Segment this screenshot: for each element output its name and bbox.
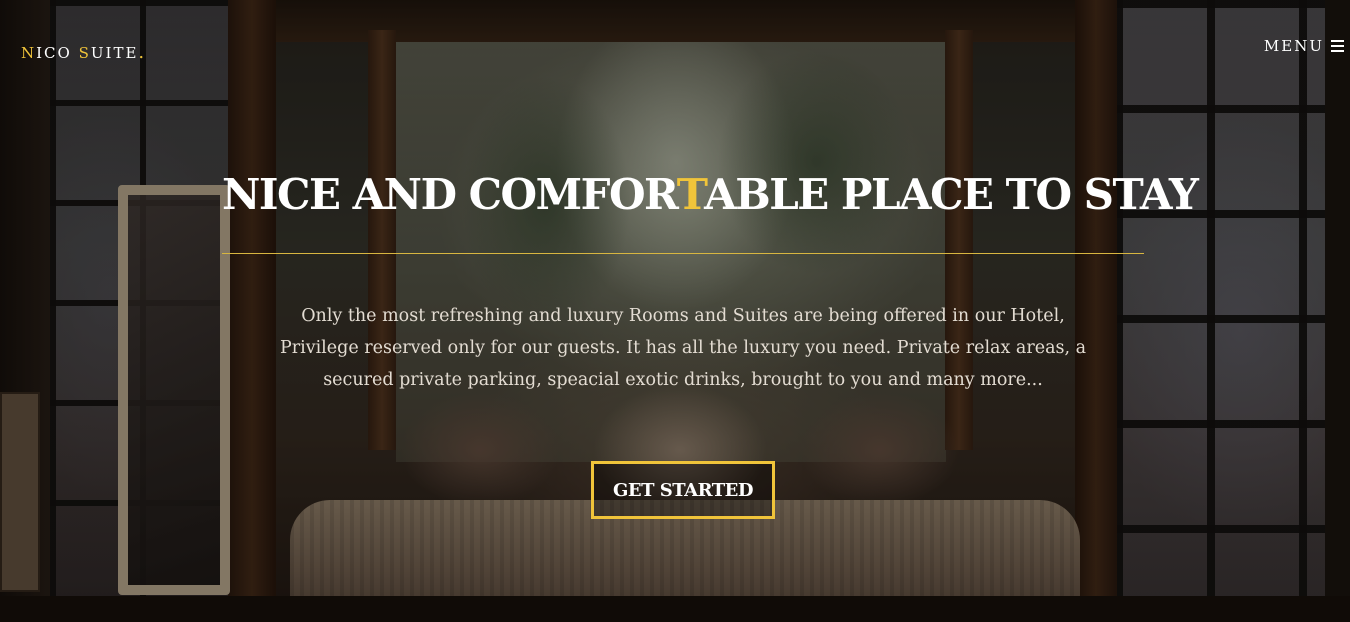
get-started-button[interactable]: GET STARTED (591, 461, 775, 519)
brand-initial-2: S (78, 44, 91, 62)
hero-title: NICE AND COMFORTABLE PLACE TO STAY (222, 170, 1199, 219)
brand-text-2: UITE (90, 44, 139, 62)
brand-text-1: ICO (36, 44, 79, 62)
hamburger-icon (1331, 40, 1344, 52)
menu-label: MENU (1263, 37, 1324, 55)
hero-title-accent: T (676, 170, 706, 219)
brand-logo[interactable]: NICO SUITE. (21, 42, 147, 63)
title-divider (222, 253, 1144, 254)
brand-dot: . (138, 42, 147, 63)
hero-title-part-1: NICE AND COMFOR (222, 170, 678, 219)
brand-initial-1: N (21, 44, 37, 62)
hero-title-part-2: ABLE PLACE TO STAY (704, 170, 1199, 219)
hero-description: Only the most refreshing and luxury Room… (279, 306, 1087, 390)
menu-button[interactable]: MENU (1264, 37, 1344, 55)
